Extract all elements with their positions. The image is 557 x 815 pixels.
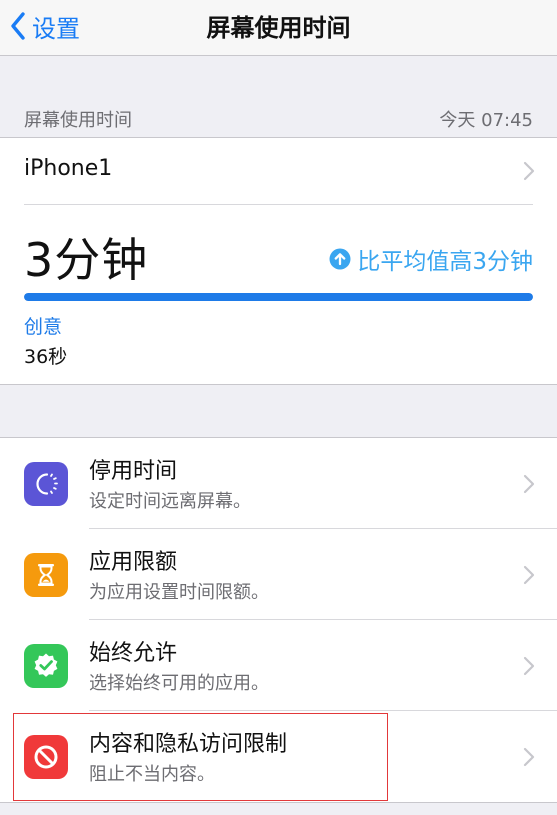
total-usage-time: 3分钟 — [24, 233, 149, 287]
divider — [24, 204, 533, 205]
top-category-time: 36秒 — [24, 346, 68, 368]
screen-time-options-list: 停用时间 设定时间远离屏幕。 应用限额 为应用设置时间限额。 始终允许 选择始终… — [0, 437, 557, 803]
downtime-icon — [24, 462, 68, 506]
block-icon — [24, 735, 68, 779]
list-item-subtitle: 为应用设置时间限额。 — [89, 582, 269, 603]
summary-timestamp: 今天 07:45 — [439, 110, 533, 131]
usage-progress-bar — [24, 293, 533, 301]
usage-progress-fill — [24, 293, 533, 301]
list-item-title: 停用时间 — [89, 459, 178, 484]
usage-summary-card: iPhone1 3分钟 比平均值高3分钟 创意 36秒 — [0, 137, 557, 385]
list-item-app-limits[interactable]: 应用限额 为应用设置时间限额。 — [0, 529, 557, 620]
average-comparison-text: 比平均值高3分钟 — [357, 249, 533, 275]
summary-section-label: 屏幕使用时间 — [24, 110, 132, 131]
list-item-subtitle: 阻止不当内容。 — [89, 764, 215, 785]
list-item-subtitle: 设定时间远离屏幕。 — [89, 491, 251, 512]
page-title: 屏幕使用时间 — [206, 14, 351, 42]
list-item-downtime[interactable]: 停用时间 设定时间远离屏幕。 — [0, 438, 557, 529]
list-item-subtitle: 选择始终可用的应用。 — [89, 673, 269, 694]
summary-section-header: 屏幕使用时间 今天 07:45 — [0, 98, 557, 136]
device-name: iPhone1 — [24, 156, 113, 181]
chevron-right-icon — [523, 747, 535, 767]
arrow-up-circle-icon — [329, 248, 351, 270]
chevron-right-icon — [523, 656, 535, 676]
list-item-title: 始终允许 — [89, 641, 178, 666]
device-row[interactable]: iPhone1 — [0, 138, 557, 204]
list-item-always-allowed[interactable]: 始终允许 选择始终可用的应用。 — [0, 620, 557, 711]
checkmark-badge-icon — [24, 644, 68, 688]
list-item-content-privacy-restrictions[interactable]: 内容和隐私访问限制 阻止不当内容。 — [0, 711, 557, 802]
average-comparison: 比平均值高3分钟 — [329, 242, 533, 276]
list-item-title: 应用限额 — [89, 550, 178, 575]
chevron-right-icon — [523, 474, 535, 494]
chevron-right-icon — [523, 161, 535, 181]
top-category-name: 创意 — [24, 316, 63, 338]
chevron-right-icon — [523, 565, 535, 585]
screen-time-page: 设置 屏幕使用时间 屏幕使用时间 今天 07:45 iPhone1 3分钟 比平… — [0, 0, 557, 815]
hourglass-icon — [24, 553, 68, 597]
navigation-bar: 设置 屏幕使用时间 — [0, 0, 557, 56]
list-item-title: 内容和隐私访问限制 — [89, 732, 288, 757]
